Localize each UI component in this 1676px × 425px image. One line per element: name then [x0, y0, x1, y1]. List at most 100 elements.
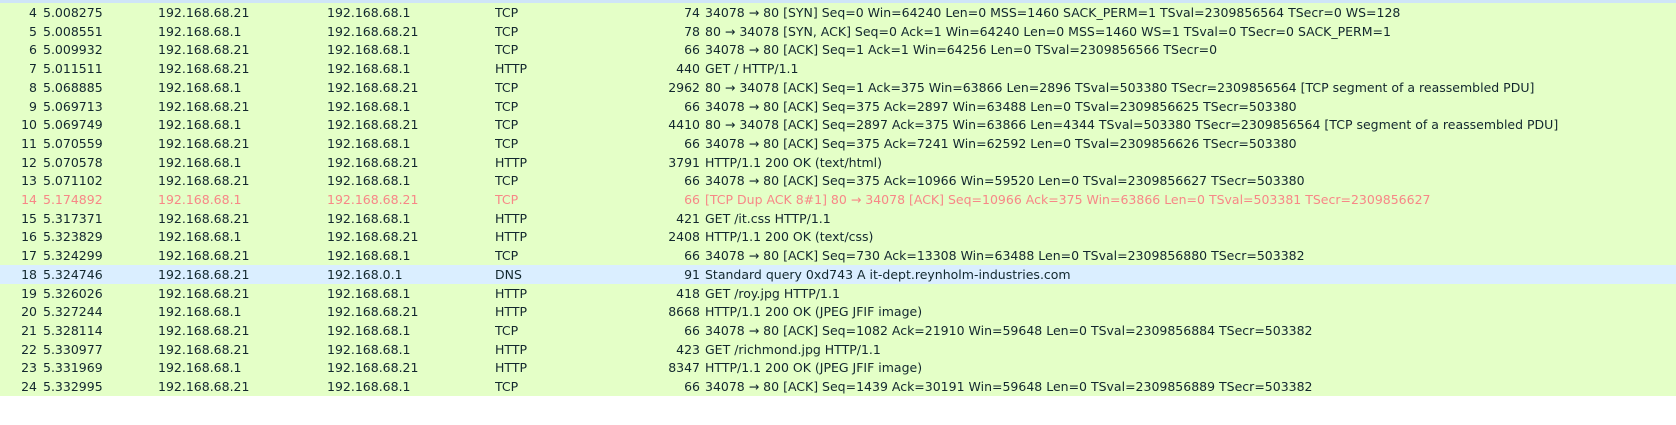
table-row[interactable]: 5 5.008551 192.168.68.1 192.168.68.21 TCP 78 8… — [0, 22, 1676, 41]
packet-destination: 192.168.68.1 — [327, 379, 411, 394]
packet-length: 91 — [684, 267, 700, 282]
packet-info: 80 → 34078 [ACK] Seq=2897 Ack=375 Win=63… — [705, 117, 1559, 132]
table-row[interactable]: 17 5.324299 192.168.68.21 192.168.68.1 TCP 66… — [0, 246, 1676, 265]
table-row[interactable]: 6 5.009932 192.168.68.21 192.168.68.1 TCP 66 3… — [0, 40, 1676, 59]
packet-info: 80 → 34078 [SYN, ACK] Seq=0 Ack=1 Win=64… — [705, 24, 1391, 39]
table-row[interactable]: 15 5.317371 192.168.68.21 192.168.68.1 HTTP 4… — [0, 209, 1676, 228]
packet-time: 5.068885 — [43, 80, 103, 95]
packet-info: HTTP/1.1 200 OK (JPEG JFIF image) — [705, 360, 923, 375]
packet-source: 192.168.68.21 — [158, 248, 250, 263]
packet-protocol: HTTP — [495, 342, 527, 357]
packet-info: GET /it.css HTTP/1.1 — [705, 211, 831, 226]
packet-length: 3791 — [668, 155, 700, 170]
packet-number: 17 — [21, 248, 37, 263]
packet-info: 34078 → 80 [ACK] Seq=375 Ack=2897 Win=63… — [705, 99, 1297, 114]
packet-time: 5.174892 — [43, 192, 103, 207]
packet-number: 23 — [21, 360, 37, 375]
table-row[interactable]: 11 5.070559 192.168.68.21 192.168.68.1 TCP 66… — [0, 134, 1676, 153]
packet-protocol: HTTP — [495, 229, 527, 244]
packet-source: 192.168.68.21 — [158, 267, 250, 282]
packet-length: 78 — [684, 24, 700, 39]
packet-length: 8347 — [668, 360, 700, 375]
packet-time: 5.327244 — [43, 304, 103, 319]
table-row[interactable]: 12 5.070578 192.168.68.1 192.168.68.21 HTTP 3… — [0, 153, 1676, 172]
packet-destination: 192.168.68.21 — [327, 24, 419, 39]
table-row[interactable]: 21 5.328114 192.168.68.21 192.168.68.1 TCP 66… — [0, 321, 1676, 340]
table-row[interactable]: 8 5.068885 192.168.68.1 192.168.68.21 TCP 296… — [0, 78, 1676, 97]
packet-time: 5.011511 — [43, 61, 103, 76]
packet-info: 34078 → 80 [SYN] Seq=0 Win=64240 Len=0 M… — [705, 5, 1401, 20]
packet-length: 66 — [684, 248, 700, 263]
packet-protocol: TCP — [495, 173, 519, 188]
packet-protocol: HTTP — [495, 61, 527, 76]
packet-destination: 192.168.68.1 — [327, 42, 411, 57]
packet-length: 74 — [684, 5, 700, 20]
packet-destination: 192.168.68.1 — [327, 99, 411, 114]
packet-info: HTTP/1.1 200 OK (text/html) — [705, 155, 883, 170]
packet-destination: 192.168.68.21 — [327, 304, 419, 319]
packet-time: 5.069749 — [43, 117, 103, 132]
table-row[interactable]: 9 5.069713 192.168.68.21 192.168.68.1 TCP 66 3… — [0, 97, 1676, 116]
packet-source: 192.168.68.21 — [158, 61, 250, 76]
packet-source: 192.168.68.21 — [158, 286, 250, 301]
table-row[interactable]: 20 5.327244 192.168.68.1 192.168.68.21 HTTP 8… — [0, 302, 1676, 321]
packet-destination: 192.168.68.21 — [327, 360, 419, 375]
packet-time: 5.317371 — [43, 211, 103, 226]
packet-source: 192.168.68.21 — [158, 99, 250, 114]
packet-number: 6 — [29, 42, 37, 57]
packet-length: 418 — [676, 286, 700, 301]
packet-source: 192.168.68.1 — [158, 117, 242, 132]
packet-info: 34078 → 80 [ACK] Seq=1439 Ack=30191 Win=… — [705, 379, 1313, 394]
packet-length: 440 — [676, 61, 700, 76]
packet-destination: 192.168.68.21 — [327, 155, 419, 170]
table-row[interactable]: 24 5.332995 192.168.68.21 192.168.68.1 TCP 66… — [0, 377, 1676, 396]
packet-destination: 192.168.68.21 — [327, 229, 419, 244]
packet-time: 5.324746 — [43, 267, 103, 282]
table-row[interactable]: 4 5.008275 192.168.68.21 192.168.68.1 TCP 74 3… — [0, 3, 1676, 22]
packet-length: 66 — [684, 379, 700, 394]
table-row[interactable]: 10 5.069749 192.168.68.1 192.168.68.21 TCP 44… — [0, 115, 1676, 134]
table-row[interactable]: 14 5.174892 192.168.68.1 192.168.68.21 TCP 66… — [0, 190, 1676, 209]
packet-source: 192.168.68.21 — [158, 342, 250, 357]
packet-number: 15 — [21, 211, 37, 226]
packet-source: 192.168.68.1 — [158, 229, 242, 244]
packet-length: 421 — [676, 211, 700, 226]
packet-source: 192.168.68.1 — [158, 155, 242, 170]
packet-length: 423 — [676, 342, 700, 357]
packet-protocol: TCP — [495, 192, 519, 207]
packet-time: 5.328114 — [43, 323, 103, 338]
packet-destination: 192.168.68.21 — [327, 117, 419, 132]
table-row[interactable]: 18 5.324746 192.168.68.21 192.168.0.1 DNS 91 S… — [0, 265, 1676, 284]
packet-number: 13 — [21, 173, 37, 188]
packet-destination: 192.168.68.1 — [327, 248, 411, 263]
table-row[interactable]: 22 5.330977 192.168.68.21 192.168.68.1 HTTP 4… — [0, 340, 1676, 359]
packet-info: GET /roy.jpg HTTP/1.1 — [705, 286, 840, 301]
table-row[interactable]: 19 5.326026 192.168.68.21 192.168.68.1 HTTP 4… — [0, 284, 1676, 303]
table-row[interactable]: 7 5.011511 192.168.68.21 192.168.68.1 HTTP 44… — [0, 59, 1676, 78]
packet-length: 66 — [684, 173, 700, 188]
packet-length: 66 — [684, 42, 700, 57]
packet-info: HTTP/1.1 200 OK (JPEG JFIF image) — [705, 304, 923, 319]
packet-time: 5.008275 — [43, 5, 103, 20]
packet-length: 8668 — [668, 304, 700, 319]
table-row[interactable]: 13 5.071102 192.168.68.21 192.168.68.1 TCP 66… — [0, 171, 1676, 190]
packet-info: 34078 → 80 [ACK] Seq=730 Ack=13308 Win=6… — [705, 248, 1305, 263]
packet-protocol: TCP — [495, 80, 519, 95]
packet-source: 192.168.68.21 — [158, 42, 250, 57]
packet-source: 192.168.68.21 — [158, 136, 250, 151]
packet-number: 22 — [21, 342, 37, 357]
table-row[interactable]: 16 5.323829 192.168.68.1 192.168.68.21 HTTP 2… — [0, 227, 1676, 246]
packet-info: [TCP Dup ACK 8#1] 80 → 34078 [ACK] Seq=1… — [705, 192, 1431, 207]
packet-list[interactable]: 4 5.008275 192.168.68.21 192.168.68.1 TCP 74 3… — [0, 0, 1676, 425]
packet-number: 8 — [29, 80, 37, 95]
packet-source: 192.168.68.1 — [158, 192, 242, 207]
packet-number: 11 — [21, 136, 37, 151]
packet-destination: 192.168.68.1 — [327, 5, 411, 20]
packet-info: GET / HTTP/1.1 — [705, 61, 799, 76]
packet-number: 19 — [21, 286, 37, 301]
packet-time: 5.332995 — [43, 379, 103, 394]
packet-destination: 192.168.68.1 — [327, 61, 411, 76]
table-row[interactable]: 23 5.331969 192.168.68.1 192.168.68.21 HTTP 8… — [0, 358, 1676, 377]
packet-number: 7 — [29, 61, 37, 76]
packet-number: 5 — [29, 24, 37, 39]
